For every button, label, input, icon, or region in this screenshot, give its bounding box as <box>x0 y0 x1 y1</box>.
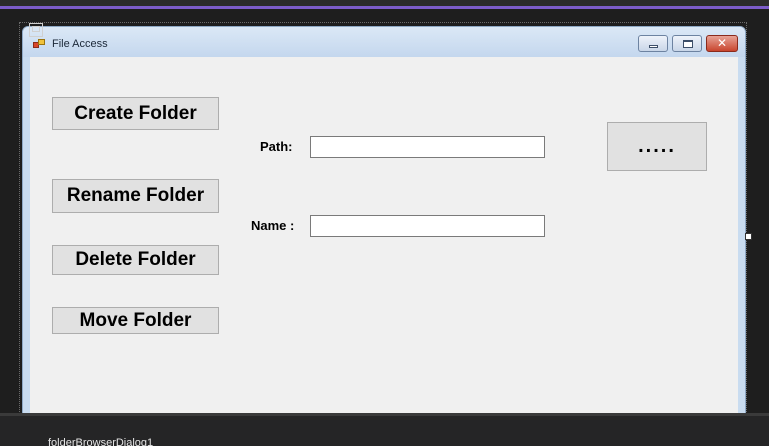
app-icon <box>33 39 45 49</box>
form-client-area: Create Folder Rename Folder Delete Folde… <box>30 57 738 425</box>
maximize-button[interactable] <box>672 35 702 52</box>
close-icon: ✕ <box>716 36 728 50</box>
folder-browser-dialog-component[interactable]: folderBrowserDialog1 <box>48 437 153 446</box>
path-input[interactable] <box>310 136 545 158</box>
window-title: File Access <box>52 38 108 50</box>
designer-surface: File Access ✕ Create Folder Rename Folde… <box>0 0 769 446</box>
rename-folder-button[interactable]: Rename Folder <box>52 179 219 213</box>
title-bar[interactable]: File Access ✕ <box>23 27 745 57</box>
browse-button[interactable]: ..... <box>607 122 707 171</box>
resize-handle[interactable] <box>745 233 752 240</box>
delete-folder-button[interactable]: Delete Folder <box>52 245 219 275</box>
create-folder-button[interactable]: Create Folder <box>52 97 219 130</box>
minimize-icon <box>649 45 658 48</box>
minimize-button[interactable] <box>638 35 668 52</box>
maximize-icon <box>683 40 693 48</box>
active-tab-accent <box>0 6 769 9</box>
dialog-component-icon[interactable] <box>29 23 43 37</box>
form-window[interactable]: File Access ✕ Create Folder Rename Folde… <box>22 26 746 426</box>
close-button[interactable]: ✕ <box>706 35 738 52</box>
path-label: Path: <box>260 139 293 154</box>
move-folder-button[interactable]: Move Folder <box>52 307 219 334</box>
name-input[interactable] <box>310 215 545 237</box>
name-label: Name : <box>251 218 295 233</box>
